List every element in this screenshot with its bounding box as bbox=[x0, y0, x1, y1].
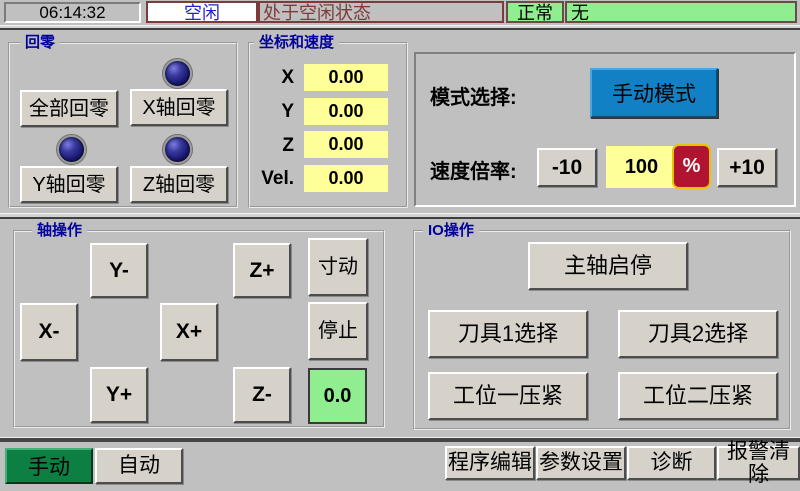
alarm-level-text: 正常 bbox=[517, 0, 553, 25]
home-all-label: 全部回零 bbox=[29, 98, 109, 120]
alarm-clear-label: 报警清除 bbox=[719, 440, 798, 486]
home-y-button[interactable]: Y轴回零 bbox=[20, 166, 118, 203]
coords-group-title: 坐标和速度 bbox=[254, 33, 339, 53]
tool2-label: 刀具2选择 bbox=[648, 322, 748, 346]
hmi-screen: 06:14:32 空闲 处于空闲状态 正常 无 回零 全部回零 X轴回零 Y轴回… bbox=[0, 0, 800, 491]
home-z-label: Z轴回零 bbox=[143, 174, 215, 196]
stop-button[interactable]: 停止 bbox=[308, 302, 368, 360]
tool1-select-button[interactable]: 刀具1选择 bbox=[428, 310, 588, 358]
io-group-title: IO操作 bbox=[423, 221, 479, 241]
tool1-label: 刀具1选择 bbox=[458, 322, 558, 346]
x-home-led-indicator bbox=[163, 59, 192, 88]
axis-group-title: 轴操作 bbox=[32, 221, 87, 241]
alarm-level-field: 正常 bbox=[506, 1, 564, 23]
velocity-value: 0.00 bbox=[304, 165, 388, 192]
z-minus-button[interactable]: Z- bbox=[233, 367, 291, 423]
mode-button-label: 手动模式 bbox=[612, 78, 696, 108]
home-all-button[interactable]: 全部回零 bbox=[20, 90, 118, 127]
z-minus-label: Z- bbox=[252, 383, 272, 406]
jog-step-field[interactable]: 0.0 bbox=[308, 368, 367, 424]
home-x-button[interactable]: X轴回零 bbox=[130, 89, 228, 126]
manual-tab-button[interactable]: 手动 bbox=[5, 448, 93, 484]
x-minus-label: X- bbox=[39, 320, 60, 343]
program-edit-label: 程序编辑 bbox=[448, 451, 532, 474]
x-plus-label: X+ bbox=[176, 320, 202, 343]
clamp2-label: 工位二压紧 bbox=[643, 384, 753, 408]
override-value-field: 100 bbox=[606, 146, 677, 188]
z-home-led-indicator bbox=[163, 135, 192, 164]
x-minus-button[interactable]: X- bbox=[20, 303, 78, 361]
override-plus-button[interactable]: +10 bbox=[717, 148, 777, 187]
home-y-label: Y轴回零 bbox=[32, 174, 105, 196]
station1-clamp-button[interactable]: 工位一压紧 bbox=[428, 372, 588, 420]
velocity-label: Vel. bbox=[245, 165, 300, 192]
station2-clamp-button[interactable]: 工位二压紧 bbox=[618, 372, 778, 420]
run-state-text: 空闲 bbox=[184, 0, 220, 25]
jog-button[interactable]: 寸动 bbox=[308, 238, 368, 296]
homing-group-title: 回零 bbox=[20, 33, 60, 53]
manual-tab-label: 手动 bbox=[28, 451, 70, 481]
y-minus-button[interactable]: Y- bbox=[90, 243, 148, 298]
diagnosis-label: 诊断 bbox=[651, 451, 693, 474]
param-setting-label: 参数设置 bbox=[539, 451, 623, 474]
override-label: 速度倍率: bbox=[430, 156, 540, 182]
tool2-select-button[interactable]: 刀具2选择 bbox=[618, 310, 778, 358]
diagnosis-button[interactable]: 诊断 bbox=[627, 446, 716, 480]
override-minus-button[interactable]: -10 bbox=[537, 148, 597, 187]
jog-step-value: 0.0 bbox=[324, 385, 352, 408]
jog-label: 寸动 bbox=[318, 256, 358, 278]
x-plus-button[interactable]: X+ bbox=[160, 303, 218, 361]
z-plus-label: Z+ bbox=[249, 259, 274, 282]
alarm-clear-button[interactable]: 报警清除 bbox=[717, 446, 800, 480]
state-message-text: 处于空闲状态 bbox=[263, 0, 371, 25]
y-plus-label: Y+ bbox=[106, 383, 132, 406]
home-x-label: X轴回零 bbox=[142, 97, 215, 119]
coord-x-value: 0.00 bbox=[304, 64, 388, 91]
run-state-field: 空闲 bbox=[146, 1, 258, 23]
param-setting-button[interactable]: 参数设置 bbox=[536, 446, 626, 480]
coord-y-value: 0.00 bbox=[304, 98, 388, 125]
middle-divider bbox=[0, 213, 800, 219]
coord-x-label: X bbox=[250, 64, 300, 91]
y-plus-button[interactable]: Y+ bbox=[90, 367, 148, 423]
auto-tab-label: 自动 bbox=[118, 454, 160, 477]
clamp1-label: 工位一压紧 bbox=[453, 384, 563, 408]
y-home-led-indicator bbox=[57, 135, 86, 164]
z-plus-button[interactable]: Z+ bbox=[233, 243, 291, 298]
coord-z-value: 0.00 bbox=[304, 131, 388, 158]
spindle-label: 主轴启停 bbox=[564, 254, 652, 278]
clock-text: 06:14:32 bbox=[39, 3, 105, 23]
spindle-button[interactable]: 主轴启停 bbox=[528, 242, 688, 290]
coord-z-label: Z bbox=[250, 132, 300, 159]
program-edit-button[interactable]: 程序编辑 bbox=[445, 446, 535, 480]
topbar-divider bbox=[0, 25, 800, 30]
alarm-message-field: 无 bbox=[565, 1, 797, 23]
clock-display: 06:14:32 bbox=[4, 2, 141, 23]
coord-y-label: Y bbox=[250, 98, 300, 125]
auto-tab-button[interactable]: 自动 bbox=[95, 448, 183, 484]
bottom-divider bbox=[0, 437, 800, 442]
mode-button[interactable]: 手动模式 bbox=[590, 68, 718, 118]
home-z-button[interactable]: Z轴回零 bbox=[130, 166, 228, 203]
y-minus-label: Y- bbox=[109, 259, 129, 282]
alarm-message-text: 无 bbox=[571, 0, 589, 25]
override-unit-badge: % bbox=[672, 144, 711, 189]
state-message-field: 处于空闲状态 bbox=[258, 1, 504, 23]
stop-label: 停止 bbox=[318, 320, 358, 342]
override-minus-label: -10 bbox=[552, 156, 582, 179]
override-plus-label: +10 bbox=[729, 156, 765, 179]
mode-select-label: 模式选择: bbox=[430, 82, 540, 108]
